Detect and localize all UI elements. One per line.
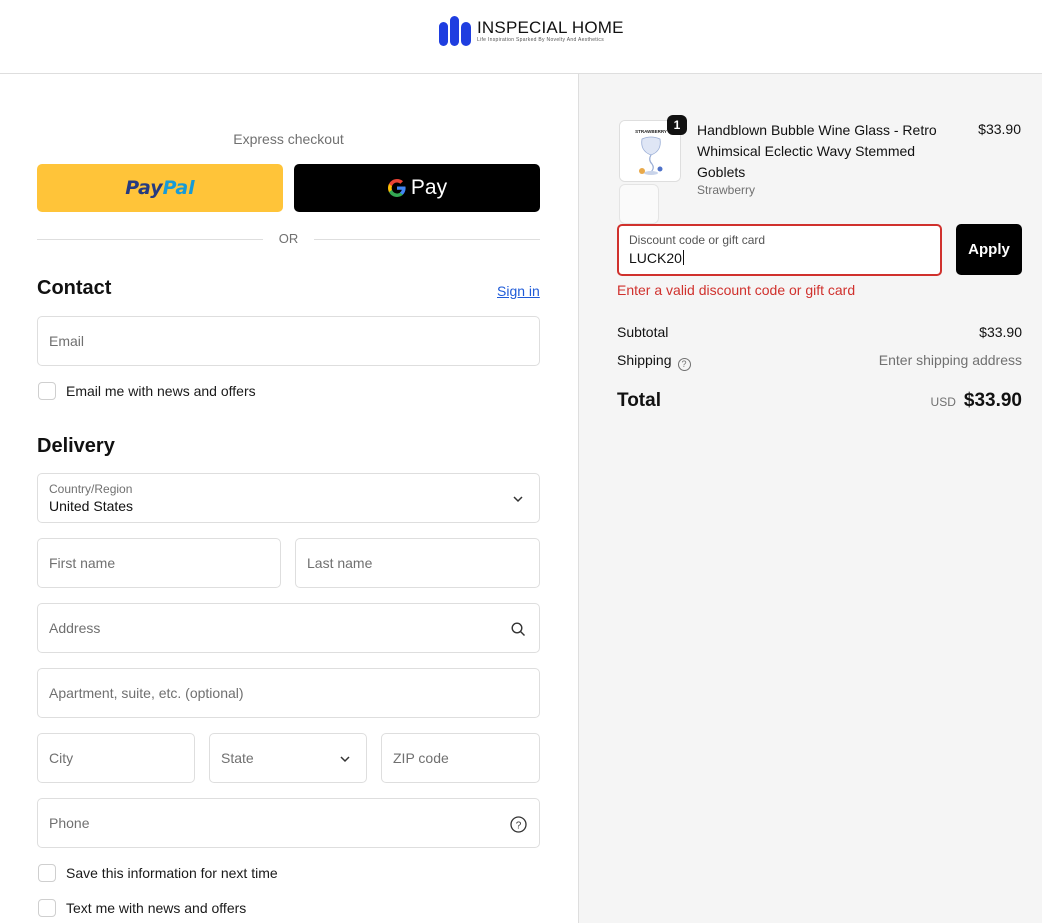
- discount-error-message: Enter a valid discount code or gift card: [617, 282, 856, 298]
- subtotal-label: Subtotal: [617, 324, 669, 340]
- subtotal-value: $33.90: [979, 324, 1022, 340]
- country-select[interactable]: Country/Region United States: [37, 473, 540, 523]
- save-info-option[interactable]: Save this information for next time: [38, 864, 278, 882]
- last-name-placeholder: Last name: [307, 555, 373, 571]
- product-variant: Strawberry: [697, 183, 756, 197]
- help-icon[interactable]: ?: [509, 815, 527, 833]
- email-placeholder: Email: [49, 333, 85, 349]
- phone-placeholder: Phone: [49, 815, 90, 831]
- newsletter-label: Email me with news and offers: [66, 383, 256, 399]
- checkout-header: INSPECIAL HOME Life Inspiration Sparked …: [0, 0, 1042, 74]
- paypal-button[interactable]: PayPal: [37, 164, 283, 212]
- search-icon: [509, 620, 527, 638]
- brand-logo[interactable]: INSPECIAL HOME Life Inspiration Sparked …: [439, 16, 624, 46]
- discount-code-field[interactable]: Discount code or gift card LUCK20: [617, 224, 942, 276]
- order-summary: STRAWBERRY 1 Handblown Bubble Wine Glass…: [578, 74, 1042, 923]
- brand-logo-icon: [439, 16, 471, 46]
- apartment-field[interactable]: Apartment, suite, etc. (optional): [37, 668, 540, 718]
- subtotal-row: Subtotal $33.90: [617, 324, 1022, 340]
- sign-in-link[interactable]: Sign in: [497, 283, 540, 299]
- discount-value: LUCK20: [629, 250, 684, 266]
- total-label: Total: [617, 390, 661, 411]
- text-offers-checkbox[interactable]: [38, 899, 56, 917]
- google-pay-button[interactable]: Pay: [294, 164, 540, 212]
- chevron-down-icon: [336, 750, 354, 768]
- google-g-icon: [387, 179, 406, 197]
- newsletter-checkbox[interactable]: [38, 382, 56, 400]
- country-label: Country/Region: [49, 482, 133, 496]
- express-checkout-label: Express checkout: [233, 131, 344, 147]
- total-value: $33.90: [963, 390, 1022, 411]
- contact-title: Contact: [37, 277, 112, 299]
- first-name-placeholder: First name: [49, 555, 116, 571]
- last-name-field[interactable]: Last name: [295, 538, 540, 588]
- chevron-down-icon: [509, 490, 527, 508]
- currency-code: USD: [930, 395, 956, 409]
- brand-name: INSPECIAL HOME: [477, 17, 624, 37]
- address-field[interactable]: Address: [37, 603, 540, 653]
- brand-tagline: Life Inspiration Sparked By Novelty And …: [477, 36, 605, 43]
- newsletter-option[interactable]: Email me with news and offers: [38, 382, 256, 400]
- state-select[interactable]: State: [209, 733, 367, 783]
- or-divider: OR: [37, 231, 540, 247]
- google-pay-label: Pay: [410, 176, 448, 199]
- city-field[interactable]: City: [37, 733, 195, 783]
- thumbnail-placeholder: [619, 184, 659, 224]
- country-value: United States: [49, 498, 134, 514]
- shipping-value: Enter shipping address: [878, 352, 1022, 368]
- zip-placeholder: ZIP code: [393, 750, 449, 766]
- shipping-row: Shipping? Enter shipping address: [617, 352, 1022, 371]
- shipping-help-icon[interactable]: ?: [677, 357, 691, 371]
- discount-label: Discount code or gift card: [629, 233, 766, 247]
- total-row: Total USD $33.90: [617, 390, 1022, 412]
- text-offers-option[interactable]: Text me with news and offers: [38, 899, 246, 917]
- product-price: $33.90: [978, 121, 1021, 137]
- delivery-title: Delivery: [37, 435, 115, 457]
- text-offers-label: Text me with news and offers: [66, 900, 247, 916]
- quantity-badge: 1: [667, 115, 687, 135]
- city-placeholder: City: [49, 750, 74, 766]
- first-name-field[interactable]: First name: [37, 538, 281, 588]
- paypal-logo: PayPal: [125, 177, 195, 199]
- email-field[interactable]: Email: [37, 316, 540, 366]
- checkout-form: Express checkout PayPal Pay OR Contact S…: [0, 74, 578, 923]
- state-placeholder: State: [221, 750, 254, 766]
- svg-text:STRAWBERRY: STRAWBERRY: [635, 129, 667, 134]
- save-info-label: Save this information for next time: [66, 865, 278, 881]
- zip-field[interactable]: ZIP code: [381, 733, 540, 783]
- svg-text:?: ?: [515, 820, 521, 831]
- shipping-label: Shipping: [617, 352, 672, 368]
- apply-button[interactable]: Apply: [956, 224, 1022, 275]
- phone-field[interactable]: Phone ?: [37, 798, 540, 848]
- save-info-checkbox[interactable]: [38, 864, 56, 882]
- apartment-placeholder: Apartment, suite, etc. (optional): [49, 685, 244, 701]
- product-name: Handblown Bubble Wine Glass - Retro Whim…: [697, 122, 937, 180]
- address-placeholder: Address: [49, 620, 101, 636]
